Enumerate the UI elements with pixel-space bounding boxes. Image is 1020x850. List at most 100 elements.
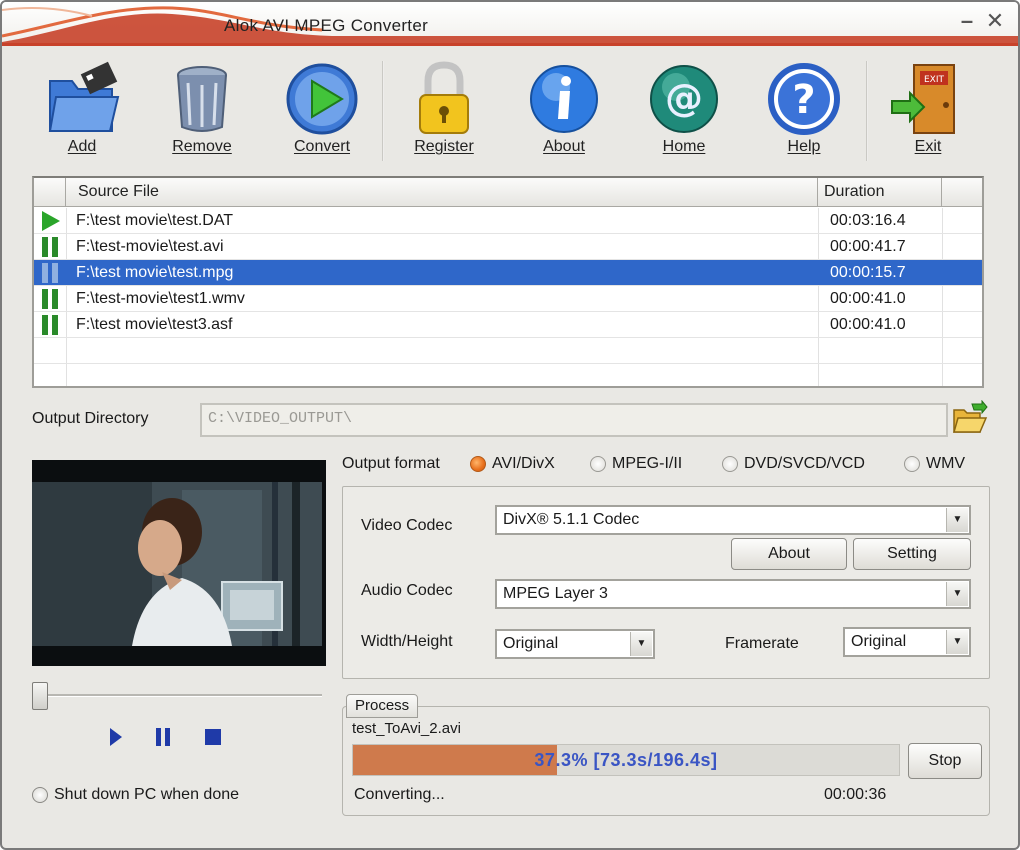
width-height-label: Width/Height xyxy=(361,633,453,650)
audio-codec-select[interactable]: MPEG Layer 3 ▼ xyxy=(495,579,971,609)
video-codec-value: DivX® 5.1.1 Codec xyxy=(503,511,640,528)
about-button[interactable]: About xyxy=(514,57,614,165)
pause-button[interactable] xyxy=(150,724,176,750)
add-button[interactable]: Add xyxy=(32,57,132,165)
svg-text:EXIT: EXIT xyxy=(924,75,945,85)
home-button[interactable]: @ Home xyxy=(634,57,734,165)
file-list-rows: F:\test movie\test.DAT 00:03:16.4 F:\tes… xyxy=(34,208,982,390)
pause-state-icon xyxy=(42,263,58,283)
chevron-down-icon[interactable]: ▼ xyxy=(630,632,652,656)
table-row[interactable]: F:\test movie\test.DAT 00:03:16.4 xyxy=(34,208,982,234)
chevron-down-icon[interactable]: ▼ xyxy=(946,508,968,532)
table-row[interactable]: F:\test-movie\test.avi 00:00:41.7 xyxy=(34,234,982,260)
stop-icon xyxy=(205,729,221,745)
radio-indicator xyxy=(722,456,738,472)
pause-state-icon xyxy=(42,315,58,335)
help-button[interactable]: ? Help xyxy=(754,57,854,165)
lock-icon xyxy=(419,61,469,134)
open-folder-icon xyxy=(953,399,988,433)
extra-column-header xyxy=(942,178,982,206)
exit-button[interactable]: EXIT Exit xyxy=(878,57,978,165)
toolbar-separator xyxy=(382,61,384,161)
chevron-down-icon[interactable]: ▼ xyxy=(946,630,968,654)
row-duration: 00:00:41.0 xyxy=(830,316,906,333)
svg-text:?: ? xyxy=(792,77,815,123)
seek-thumb[interactable] xyxy=(32,682,48,710)
table-row[interactable]: F:\test-movie\test1.wmv 00:00:41.0 xyxy=(34,286,982,312)
format-radio-avi[interactable]: AVI/DivX xyxy=(470,455,555,473)
row-duration: 00:03:16.4 xyxy=(830,212,906,229)
play-button[interactable] xyxy=(102,724,128,750)
radio-indicator xyxy=(590,456,606,472)
framerate-select[interactable]: Original ▼ xyxy=(843,627,971,657)
state-column-header[interactable] xyxy=(34,178,66,206)
row-duration: 00:00:15.7 xyxy=(830,264,906,281)
stop-conversion-button[interactable]: Stop xyxy=(908,743,982,779)
app-window: Alok AVI MPEG Converter – ✕ Add Remove C… xyxy=(0,0,1020,850)
duration-column-header[interactable]: Duration xyxy=(818,178,942,206)
source-file-list[interactable]: Source File Duration F:\test movie\test.… xyxy=(32,176,984,388)
width-height-select[interactable]: Original ▼ xyxy=(495,629,655,659)
video-codec-select[interactable]: DivX® 5.1.1 Codec ▼ xyxy=(495,505,971,535)
process-status: Converting... xyxy=(354,786,445,803)
exit-label: Exit xyxy=(914,138,942,155)
codec-setting-button[interactable]: Setting xyxy=(853,538,971,570)
toolbar: Add Remove Convert Register About @ Home… xyxy=(28,57,994,165)
shutdown-checkbox[interactable] xyxy=(32,787,48,803)
stop-playback-button[interactable] xyxy=(200,724,226,750)
radio-label: MPEG-I/II xyxy=(612,455,683,472)
radio-label: WMV xyxy=(926,455,966,472)
register-button[interactable]: Register xyxy=(394,57,494,165)
process-elapsed-time: 00:00:36 xyxy=(824,786,887,803)
row-state-icon xyxy=(36,234,66,260)
radio-indicator xyxy=(904,456,920,472)
table-row[interactable]: F:\test movie\test.mpg 00:00:15.7 xyxy=(34,260,982,286)
browse-folder-button[interactable] xyxy=(952,399,988,436)
format-radio-mpeg[interactable]: MPEG-I/II xyxy=(590,455,682,473)
video-codec-label: Video Codec xyxy=(361,517,453,534)
title-bar[interactable]: Alok AVI MPEG Converter – ✕ xyxy=(2,2,1018,46)
format-radio-dvd[interactable]: DVD/SVCD/VCD xyxy=(722,455,865,473)
minimize-button[interactable]: – xyxy=(956,8,978,33)
play-convert-icon xyxy=(286,63,358,135)
radio-label: DVD/SVCD/VCD xyxy=(744,455,865,472)
play-state-icon xyxy=(42,211,60,231)
process-output-file: test_ToAvi_2.avi xyxy=(352,720,461,737)
seek-slider[interactable] xyxy=(32,682,322,710)
close-button[interactable]: ✕ xyxy=(984,8,1006,33)
conversion-progress-bar: 37.3% [73.3s/196.4s] xyxy=(352,744,900,776)
row-state-icon xyxy=(36,312,66,338)
chevron-down-icon[interactable]: ▼ xyxy=(946,582,968,606)
pause-icon xyxy=(156,728,170,746)
row-source-file: F:\test-movie\test1.wmv xyxy=(76,290,245,307)
help-icon: ? xyxy=(768,63,840,135)
exit-door-icon: EXIT xyxy=(891,64,955,134)
toolbar-separator xyxy=(866,61,868,161)
row-duration: 00:00:41.7 xyxy=(830,238,906,255)
help-label: Help xyxy=(787,138,821,155)
row-duration: 00:00:41.0 xyxy=(830,290,906,307)
source-file-column-header[interactable]: Source File xyxy=(66,178,818,206)
trash-icon xyxy=(177,66,227,132)
title-swoosh-decoration xyxy=(2,6,1018,43)
folder-add-icon xyxy=(48,61,120,132)
row-source-file: F:\test movie\test.mpg xyxy=(76,264,234,281)
add-label: Add xyxy=(67,138,97,155)
row-source-file: F:\test-movie\test.avi xyxy=(76,238,224,255)
empty-row xyxy=(34,364,982,390)
table-row[interactable]: F:\test movie\test3.asf 00:00:41.0 xyxy=(34,312,982,338)
about-label: About xyxy=(543,138,585,155)
width-height-value: Original xyxy=(503,635,559,652)
convert-button[interactable]: Convert xyxy=(272,57,372,165)
remove-label: Remove xyxy=(172,138,232,155)
format-radio-wmv[interactable]: WMV xyxy=(904,455,965,473)
pause-state-icon xyxy=(42,289,58,309)
at-sign-icon: @ xyxy=(650,65,718,133)
codec-about-button[interactable]: About xyxy=(731,538,847,570)
shutdown-option[interactable]: Shut down PC when done xyxy=(32,786,239,804)
output-directory-field[interactable]: C:\VIDEO_OUTPUT\ xyxy=(200,403,948,437)
framerate-label: Framerate xyxy=(725,635,799,652)
process-tab[interactable]: Process xyxy=(346,694,419,718)
remove-button[interactable]: Remove xyxy=(152,57,252,165)
row-state-icon xyxy=(36,260,66,286)
